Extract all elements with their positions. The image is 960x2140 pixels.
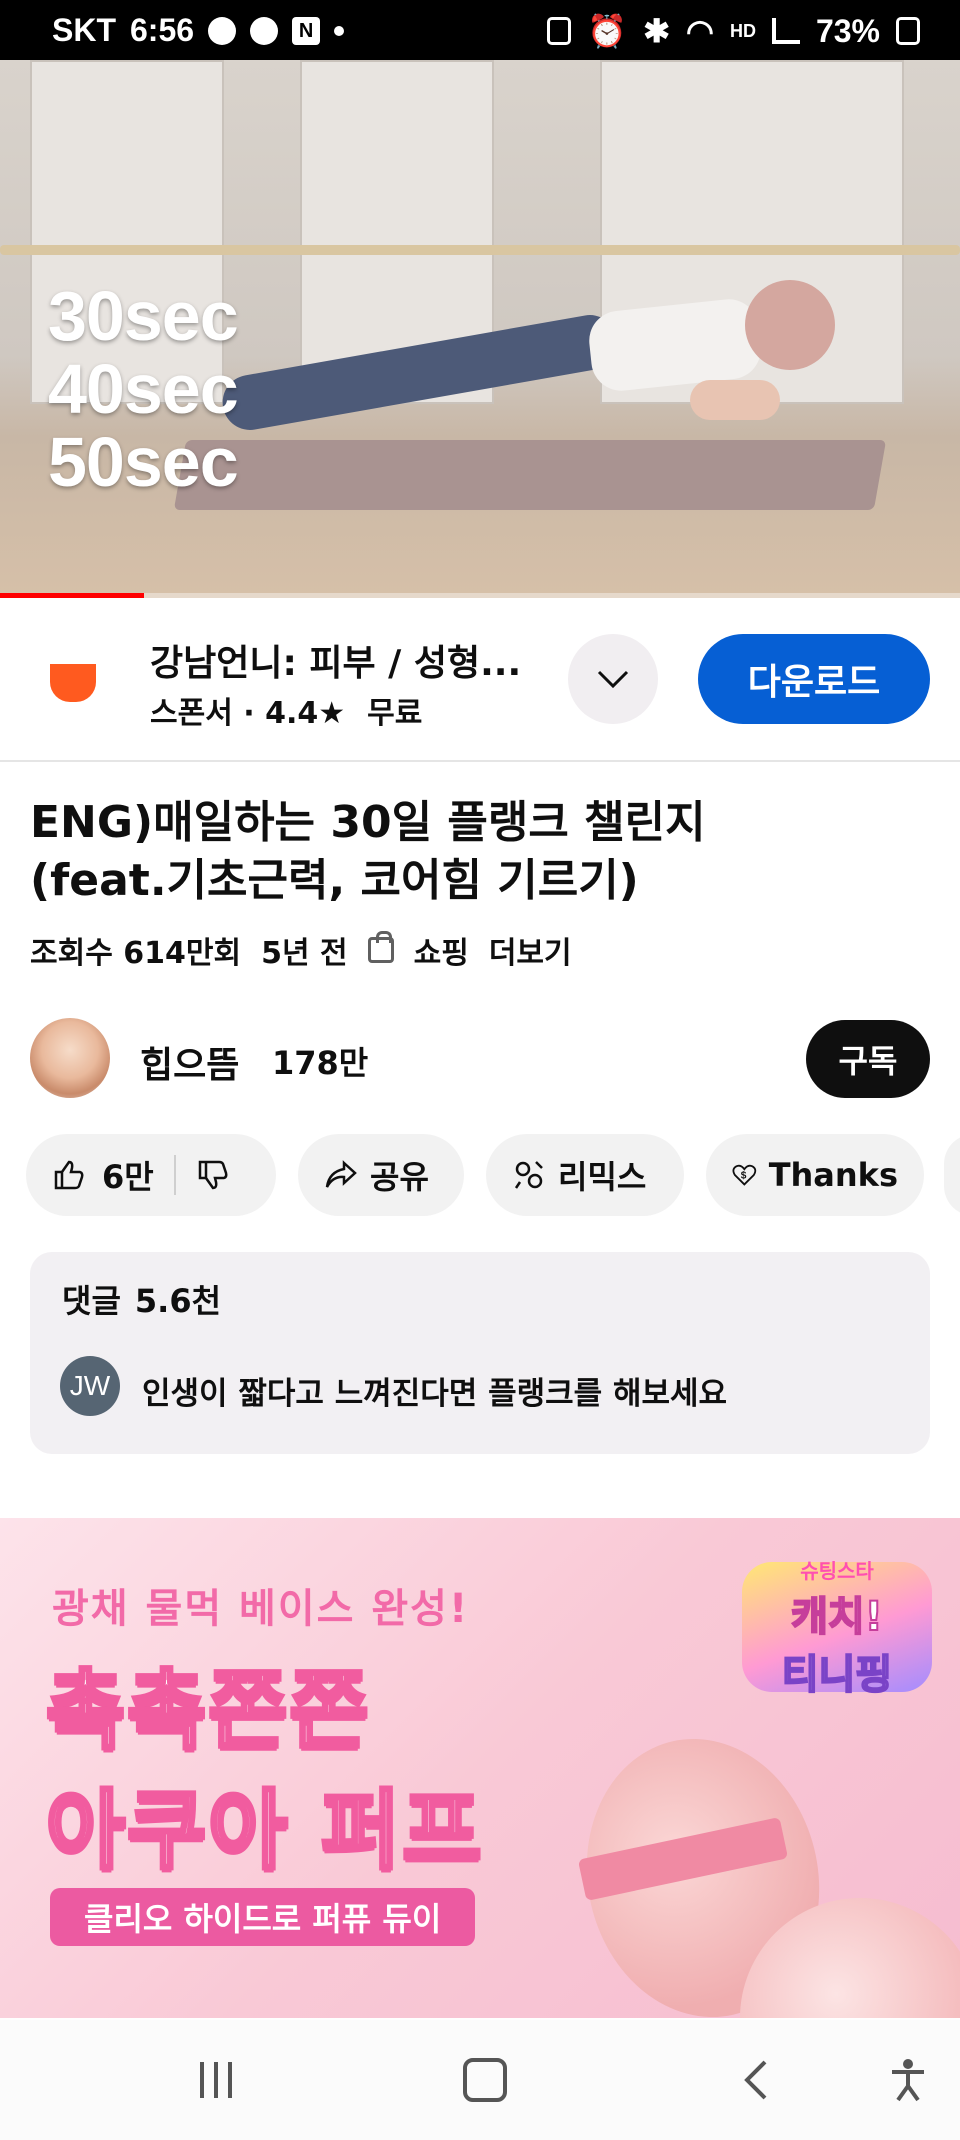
watch-sheet: 강남언니: 피부 / 성형... 스폰서 · 4.4★ 무료 다운로드 ENG)… xyxy=(0,598,960,2020)
battery-icon xyxy=(896,17,920,45)
upload-age: 5년 전 xyxy=(261,936,348,971)
naver-icon: N xyxy=(292,16,321,45)
more-notifications-dot-icon xyxy=(334,25,345,36)
wifi-icon: ◠ xyxy=(686,13,714,49)
battery-percent: 73% xyxy=(815,12,880,49)
logo-mid-text: 캐치! xyxy=(790,1593,884,1641)
like-count[interactable]: 6만 xyxy=(102,1152,154,1198)
accessibility-icon xyxy=(892,2059,924,2102)
comments-label: 댓글 xyxy=(62,1282,121,1320)
accessibility-button[interactable] xyxy=(878,2050,938,2110)
app-notification-icon xyxy=(250,16,279,45)
person-head xyxy=(745,280,835,370)
chevron-down-icon xyxy=(597,670,629,689)
signal-icon xyxy=(771,18,800,44)
clock: 6:56 xyxy=(130,12,195,48)
remix-chip[interactable]: 리믹스 xyxy=(486,1134,684,1216)
ad-download-button[interactable]: 다운로드 xyxy=(698,634,930,724)
channel-name[interactable]: 힙으뜸 xyxy=(140,1036,239,1088)
comment-author-avatar: JW xyxy=(60,1356,120,1416)
ad-sponsor-label: 스폰서 · 4.4★ xyxy=(150,696,346,731)
thanks-label: Thanks xyxy=(768,1156,898,1194)
exercise-mat xyxy=(173,440,887,510)
remix-label: 리믹스 xyxy=(558,1158,647,1196)
logo-bottom-text: 티니핑 xyxy=(781,1651,893,1699)
alarm-icon: ⏰ xyxy=(587,13,628,49)
video-title-line: ENG)매일하는 30일 플랭크 챌린지 xyxy=(30,797,706,848)
thanks-chip[interactable]: $ Thanks xyxy=(706,1134,924,1216)
svg-text:$: $ xyxy=(741,1171,747,1182)
comments-count: 5.6천 xyxy=(134,1282,222,1320)
video-meta[interactable]: 조회수 614만회 5년 전 쇼핑 더보기 xyxy=(30,928,572,972)
video-title[interactable]: ENG)매일하는 30일 플랭크 챌린지 (feat.기초근력, 코어힘 기르기… xyxy=(30,794,930,910)
more-link[interactable]: 더보기 xyxy=(489,928,572,972)
person-arm xyxy=(690,380,780,420)
like-dislike-chip: 6만 xyxy=(26,1134,276,1216)
thumbs-up-icon[interactable] xyxy=(52,1158,86,1192)
promo-headline: 촉촉쫀쫀 xyxy=(44,1659,371,1763)
overlay-30sec: 30sec xyxy=(48,277,239,355)
hd-voice-icon: HD xyxy=(729,20,756,41)
comments-header: 댓글 5.6천 xyxy=(62,1276,221,1322)
overlay-50sec: 50sec xyxy=(48,423,239,501)
video-title-line: (feat.기초근력, 코어힘 기르기) xyxy=(30,855,639,906)
sim-icon xyxy=(547,17,572,45)
ad-price: 무료 xyxy=(367,696,423,731)
subscribe-button[interactable]: 구독 xyxy=(806,1020,930,1098)
status-bar: SKT 6:56 N ⏰ ✱ ◠ HD 73% xyxy=(0,0,960,60)
promo-badge: 클리오 하이드로 퍼퓨 듀이 xyxy=(50,1888,476,1946)
remix-icon xyxy=(514,1161,543,1189)
catch-teenieping-logo: 슈팅스타 캐치! 티니핑 xyxy=(742,1559,932,1699)
logo-top-text: 슈팅스타 xyxy=(800,1558,874,1583)
video-player[interactable]: 30sec 40sec 50sec xyxy=(0,60,960,598)
share-chip[interactable]: 공유 xyxy=(298,1134,464,1216)
shopping-link[interactable]: 쇼핑 xyxy=(414,928,469,972)
action-chips: 6만 공유 리믹스 $ Thanks xyxy=(0,1134,960,1216)
overlay-40sec: 40sec xyxy=(48,350,239,428)
channel-avatar[interactable] xyxy=(30,1018,110,1098)
thumbs-down-icon[interactable] xyxy=(196,1158,230,1192)
notification-icon xyxy=(208,16,237,45)
share-icon xyxy=(325,1160,357,1188)
ad-title: 강남언니: 피부 / 성형... xyxy=(150,643,522,684)
home-icon xyxy=(463,2058,507,2102)
subscriber-count: 178만 xyxy=(272,1044,369,1082)
gangnam-unni-logo-icon xyxy=(50,664,96,702)
ad-banner[interactable]: 강남언니: 피부 / 성형... 스폰서 · 4.4★ 무료 다운로드 xyxy=(0,598,960,762)
home-button[interactable] xyxy=(455,2050,515,2110)
top-comment-text: 인생이 짧다고 느껴진다면 플랭크를 해보세요 xyxy=(142,1376,728,1412)
promo-ad-banner[interactable]: 광채 물먹 베이스 완성! 촉촉쫀쫀 아쿠아 퍼프 클리오 하이드로 퍼퓨 듀이… xyxy=(0,1518,960,2018)
channel-row[interactable]: 힙으뜸 178만 구독 xyxy=(0,1008,960,1108)
view-count: 조회수 614만회 xyxy=(30,936,242,971)
recents-button[interactable] xyxy=(186,2050,246,2110)
promo-tagline: 광채 물먹 베이스 완성! xyxy=(52,1586,470,1632)
back-chevron-icon xyxy=(744,2060,767,2100)
ad-expand-button[interactable] xyxy=(568,634,658,724)
back-button[interactable] xyxy=(726,2050,786,2110)
ad-meta: 스폰서 · 4.4★ 무료 xyxy=(150,688,422,732)
share-label: 공유 xyxy=(370,1158,429,1196)
more-actions-chip[interactable] xyxy=(944,1134,960,1216)
comments-panel[interactable]: 댓글 5.6천 JW 인생이 짧다고 느껴진다면 플랭크를 해보세요 xyxy=(30,1252,930,1454)
bluetooth-icon: ✱ xyxy=(643,13,671,49)
recents-icon xyxy=(200,2062,232,2098)
promo-headline: 아쿠아 퍼프 xyxy=(44,1779,484,1883)
chip-divider xyxy=(173,1155,176,1195)
shopping-bag-icon xyxy=(367,931,394,963)
carrier-label: SKT xyxy=(52,12,116,48)
system-nav-bar xyxy=(0,2020,960,2140)
heart-dollar-icon: $ xyxy=(732,1164,757,1186)
wall-bar xyxy=(0,245,960,255)
